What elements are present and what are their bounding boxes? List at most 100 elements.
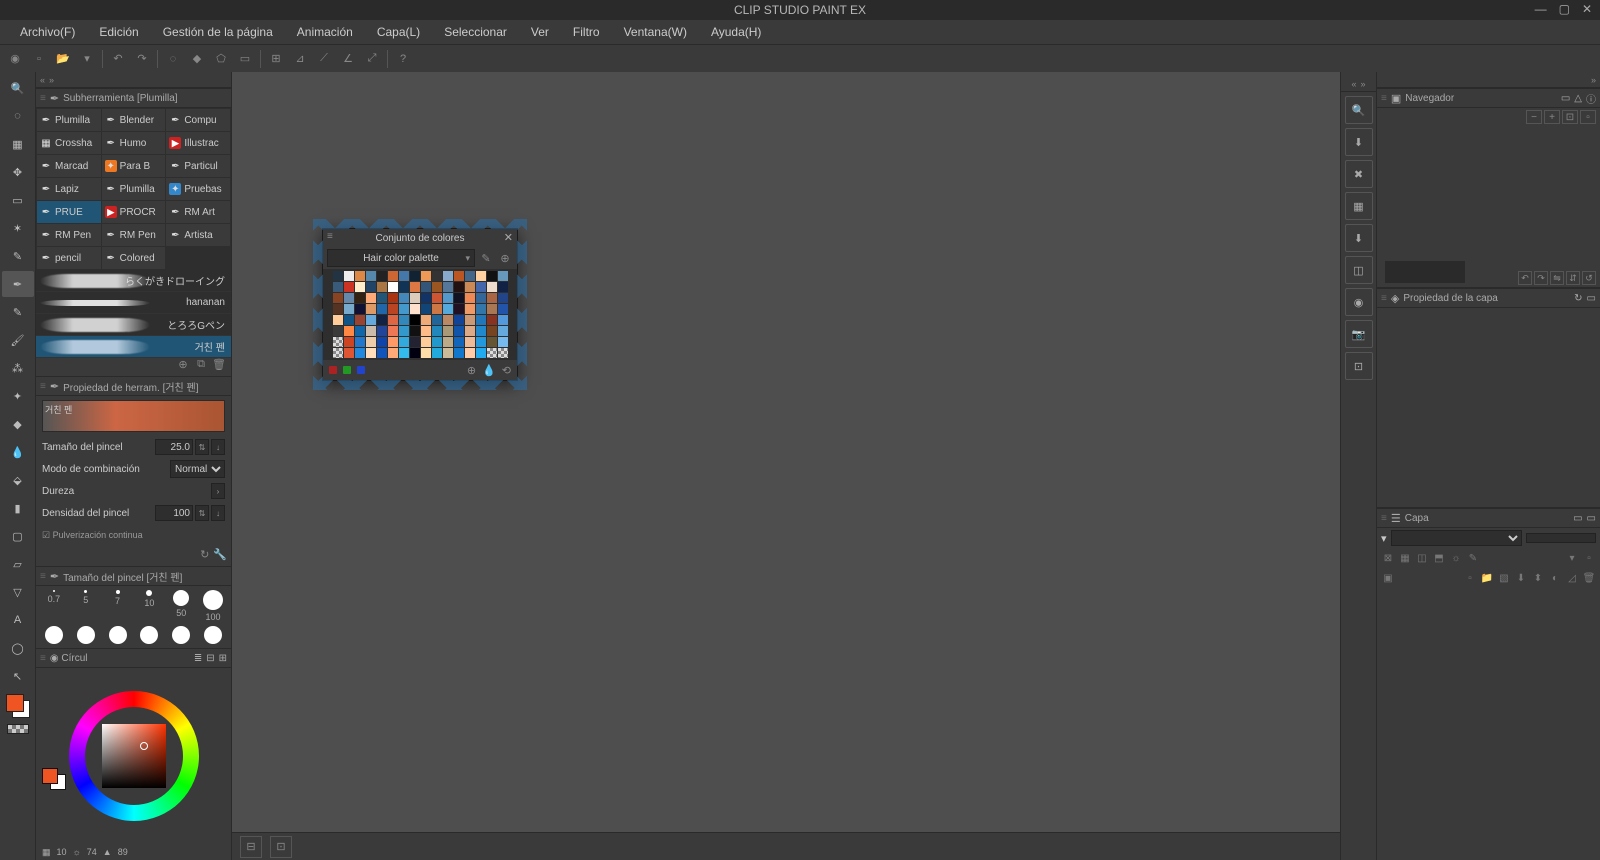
eyedropper-icon[interactable]: 💧 [482,364,496,377]
blend-mode-select[interactable]: Normal [170,460,225,478]
wrench-icon[interactable]: 🔧 [213,548,227,566]
color-swatch[interactable] [410,348,420,358]
tool-eyedropper[interactable]: ✎ [2,243,34,269]
color-swatch[interactable] [388,348,398,358]
add-brush-icon[interactable]: ⊕ [175,358,191,376]
size-preset[interactable]: 0.7 [39,590,69,622]
redo-button[interactable]: ↷ [131,48,153,70]
subtool-item[interactable]: ✒Particul [166,155,230,177]
color-swatch[interactable] [443,326,453,336]
color-swatch[interactable] [377,304,387,314]
tool-auto-select[interactable]: ✶ [2,215,34,241]
subtool-item[interactable]: ▦Crossha [37,132,101,154]
color-swatch[interactable] [454,282,464,292]
color-swatch[interactable] [399,304,409,314]
color-swatch[interactable] [333,315,343,325]
footer-swatch-blue[interactable] [357,366,365,374]
color-swatch[interactable] [377,326,387,336]
maximize-button[interactable]: ▢ [1555,2,1574,16]
subtool-item[interactable]: ▶PROCR [102,201,166,223]
tab-next-icon[interactable]: » [49,75,54,85]
color-swatch[interactable] [432,315,442,325]
color-swatch[interactable] [366,315,376,325]
grip-icon[interactable]: ≡ [40,381,46,392]
layer-tab-icon[interactable]: ▭ [1573,513,1582,524]
color-swatch[interactable] [377,315,387,325]
zoom-out-icon[interactable]: − [1526,110,1542,124]
footer-swatch-red[interactable] [329,366,337,374]
color-swatch[interactable] [498,293,508,303]
color-swatch[interactable] [344,348,354,358]
snap-perspective-icon[interactable]: ∠ [337,48,359,70]
palette-select[interactable]: Hair color palette [327,249,475,267]
color-swatch[interactable] [421,337,431,347]
color-swatch[interactable] [421,326,431,336]
color-swatch[interactable] [443,315,453,325]
color-swatch[interactable] [498,271,508,281]
layer-opacity-slider[interactable] [1526,533,1596,543]
subtool-item[interactable]: ✒Artista [166,224,230,246]
color-swatch[interactable] [333,337,343,347]
color-list-icon[interactable]: ≣ [194,653,202,664]
color-swatch[interactable] [355,304,365,314]
lock-pixel-icon[interactable]: ▦ [1398,553,1412,564]
tool-correct-line[interactable]: ↖ [2,663,34,689]
color-swatch[interactable] [454,293,464,303]
tool-ruler[interactable]: ▽ [2,579,34,605]
color-swatch[interactable] [487,271,497,281]
color-swatch[interactable] [344,271,354,281]
transform-button[interactable]: ⬠ [210,48,232,70]
color-swatch[interactable] [388,326,398,336]
dock-camera-icon[interactable]: 📷 [1345,320,1373,348]
color-swatch[interactable] [443,271,453,281]
layer-prop-tab-icon[interactable]: ▭ [1587,293,1596,304]
color-swatch[interactable] [443,304,453,314]
lock-alpha-icon[interactable]: ◫ [1415,553,1429,564]
grip-icon[interactable]: ≡ [1381,293,1387,304]
brush-size-input[interactable] [155,439,193,455]
brush-variant-item[interactable]: hananan [36,292,231,314]
delete-brush-icon[interactable]: 🗑 [211,358,227,376]
menu-file[interactable]: Archivo(F) [8,21,87,43]
size-preset[interactable] [140,626,158,644]
color-swatch[interactable] [432,337,442,347]
tool-figure[interactable]: ▢ [2,523,34,549]
select-shape-icon[interactable]: ▭ [234,48,256,70]
color-swatch[interactable] [454,304,464,314]
grip-icon[interactable]: ≡ [40,93,46,104]
color-swatch[interactable] [333,348,343,358]
color-swatch[interactable] [498,326,508,336]
layer-blend-select[interactable] [1391,530,1522,546]
color-swatch[interactable] [410,282,420,292]
size-preset[interactable] [204,626,222,644]
layer-dropdown-icon[interactable]: ▾ [1565,553,1579,564]
color-swatch[interactable] [465,271,475,281]
color-swatch[interactable] [388,282,398,292]
color-swatch[interactable] [355,271,365,281]
fill-button[interactable]: ◆ [186,48,208,70]
dock-material-icon[interactable]: ✖ [1345,160,1373,188]
color-swatch[interactable] [344,326,354,336]
color-swatch[interactable] [410,271,420,281]
tab-next-icon[interactable]: » [1591,75,1596,85]
color-swatch[interactable] [443,337,453,347]
draft-icon[interactable]: ✎ [1466,553,1480,564]
color-swatch[interactable] [333,271,343,281]
rotate-right-icon[interactable]: ↷ [1534,271,1548,285]
color-swatch[interactable] [377,271,387,281]
replace-swatch-icon[interactable]: ⟲ [502,364,511,377]
tool-move-canvas[interactable]: ◌ [2,103,34,129]
grip-icon[interactable]: ≡ [1381,93,1387,104]
tool-balloon[interactable]: ◯ [2,635,34,661]
subtool-item[interactable]: ✦Para B [102,155,166,177]
dock-download-icon[interactable]: ⬇ [1345,224,1373,252]
color-swatch[interactable] [344,304,354,314]
color-swatch[interactable] [432,293,442,303]
color-swatch[interactable] [355,348,365,358]
color-swatch[interactable] [333,282,343,292]
color-swatch[interactable] [421,293,431,303]
delete-layer-icon[interactable]: 🗑 [1582,573,1596,584]
tool-fill[interactable]: ⬙ [2,467,34,493]
tool-pen[interactable]: ✒ [2,271,34,297]
color-swatch[interactable] [421,315,431,325]
